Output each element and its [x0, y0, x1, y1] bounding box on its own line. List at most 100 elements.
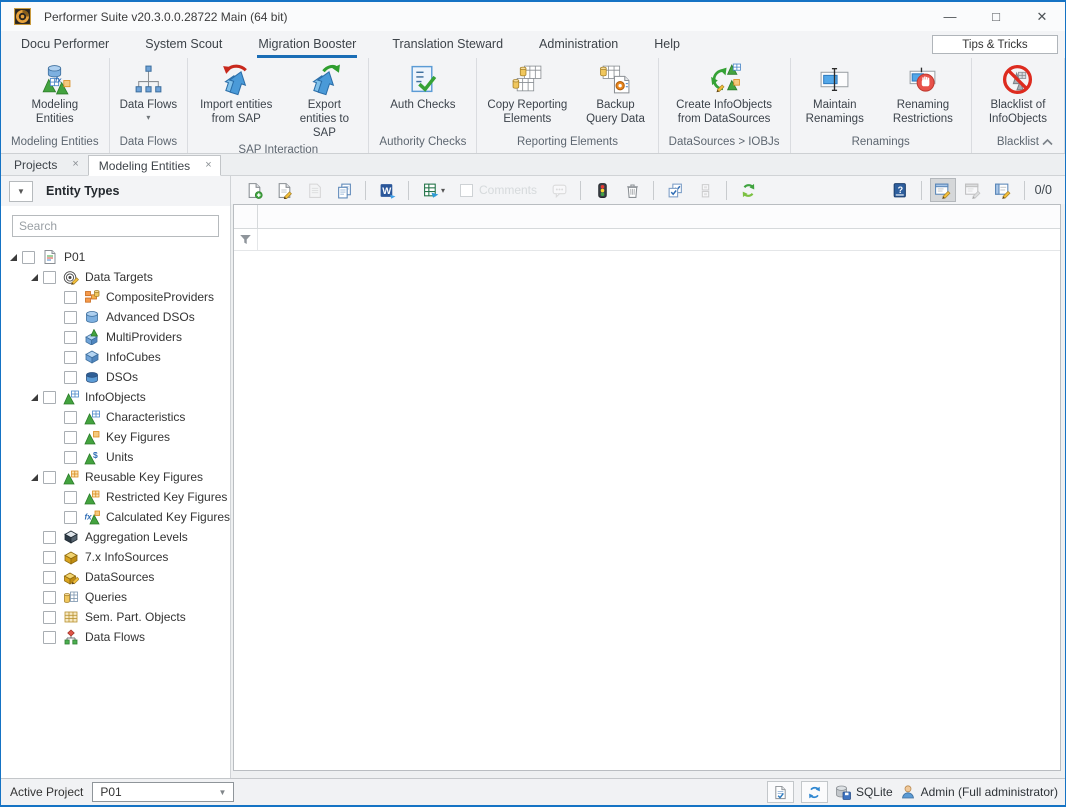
- toolbar-button-copy-document[interactable]: [331, 178, 357, 202]
- tree-item-advanced-dsos[interactable]: Advanced DSOs: [1, 307, 230, 327]
- tree-item-p01[interactable]: P01: [1, 247, 230, 267]
- tree-checkbox[interactable]: [22, 251, 35, 264]
- menu-item-administration[interactable]: Administration: [538, 33, 619, 58]
- tree-checkbox[interactable]: [64, 491, 77, 504]
- toolbar-button-new-document[interactable]: [241, 178, 267, 202]
- ribbon-button-maintain-renamings[interactable]: Maintain Renamings: [793, 59, 877, 127]
- tree-item-data-flows[interactable]: Data Flows: [1, 627, 230, 647]
- toolbar-button-check-entries[interactable]: [662, 178, 688, 202]
- ribbon-button-label: Renaming Restrictions: [883, 99, 963, 127]
- tab-close-icon[interactable]: ×: [205, 160, 211, 171]
- toolbar-button-word-export[interactable]: W: [374, 178, 400, 202]
- tree-checkbox[interactable]: [64, 331, 77, 344]
- tree-item-queries[interactable]: Queries: [1, 587, 230, 607]
- comments-toggle-checkbox[interactable]: [460, 184, 473, 197]
- toolbar-button-edit-document[interactable]: [271, 178, 297, 202]
- grid-filter-input-cell[interactable]: [258, 229, 1060, 250]
- menu-item-system-scout[interactable]: System Scout: [144, 33, 223, 58]
- tree-checkbox[interactable]: [64, 451, 77, 464]
- tree-checkbox[interactable]: [64, 431, 77, 444]
- toolbar-button-delete[interactable]: [619, 178, 645, 202]
- minimize-button[interactable]: —: [927, 2, 973, 31]
- tree-item-key-figures[interactable]: Key Figures: [1, 427, 230, 447]
- search-input[interactable]: [12, 215, 219, 237]
- tree-checkbox[interactable]: [43, 471, 56, 484]
- ribbon-button-label: Create InfoObjects from DataSources: [667, 99, 781, 127]
- tree-item-multiproviders[interactable]: MultiProviders: [1, 327, 230, 347]
- tree-checkbox[interactable]: [64, 311, 77, 324]
- ribbon-button-data-flows[interactable]: Data Flows▾: [114, 59, 184, 122]
- document-status-button[interactable]: [767, 781, 794, 803]
- tree-item-sem-part-objects[interactable]: Sem. Part. Objects: [1, 607, 230, 627]
- tree-expander[interactable]: [27, 394, 41, 401]
- tree-checkbox[interactable]: [43, 631, 56, 644]
- menu-item-help[interactable]: Help: [653, 33, 681, 58]
- ribbon-button-renaming-restrictions[interactable]: Renaming Restrictions: [877, 59, 969, 127]
- ribbon-button-auth-checks[interactable]: Auth Checks: [384, 59, 461, 113]
- tree-item-calculated-key-figures[interactable]: fxCalculated Key Figures: [1, 507, 230, 527]
- tab-close-icon[interactable]: ×: [72, 159, 78, 170]
- tree-expander[interactable]: [27, 274, 41, 281]
- tree-item-dsos[interactable]: DSOs: [1, 367, 230, 387]
- panel-dropdown-button[interactable]: ▼: [9, 181, 33, 202]
- ribbon-button-create-infoobjects-from-datasources[interactable]: Create InfoObjects from DataSources: [661, 59, 787, 127]
- grid-filter-cell[interactable]: [234, 229, 258, 250]
- tab-projects[interactable]: Projects×: [3, 154, 88, 175]
- tree-item-characteristics[interactable]: Characteristics: [1, 407, 230, 427]
- tree-item-reusable-key-figures[interactable]: Reusable Key Figures: [1, 467, 230, 487]
- tree-checkbox[interactable]: [64, 411, 77, 424]
- tree-item-data-targets[interactable]: Data Targets: [1, 267, 230, 287]
- database-status-label: SQLite: [856, 785, 893, 799]
- menu-item-docu-performer[interactable]: Docu Performer: [20, 33, 110, 58]
- tree-item-aggregation-levels[interactable]: Aggregation Levels: [1, 527, 230, 547]
- toolbar-button-edit-mode-secondary: [960, 178, 986, 202]
- tree-checkbox[interactable]: [43, 531, 56, 544]
- menu-item-translation-steward[interactable]: Translation Steward: [391, 33, 504, 58]
- tips-and-tricks-button[interactable]: Tips & Tricks: [932, 35, 1058, 54]
- toolbar-button-edit-mode[interactable]: [930, 178, 956, 202]
- tree-checkbox[interactable]: [64, 511, 77, 524]
- tree-checkbox[interactable]: [64, 291, 77, 304]
- grid-box-icon: [697, 182, 714, 199]
- tree-checkbox[interactable]: [43, 271, 56, 284]
- maximize-button[interactable]: □: [973, 2, 1019, 31]
- grid-header-cell[interactable]: [258, 205, 1060, 228]
- tree-checkbox[interactable]: [64, 371, 77, 384]
- toolbar-button-excel-export[interactable]: ▾: [417, 178, 451, 202]
- active-project-combobox[interactable]: P01 ▼: [92, 782, 234, 802]
- toolbar-comments-toggle[interactable]: Comments: [460, 183, 537, 197]
- tree-expander[interactable]: [27, 474, 41, 481]
- sync-button[interactable]: [801, 781, 828, 803]
- tree-checkbox[interactable]: [64, 351, 77, 364]
- menu-item-migration-booster[interactable]: Migration Booster: [257, 33, 357, 58]
- tree-item-infocubes[interactable]: InfoCubes: [1, 347, 230, 367]
- tree-checkbox[interactable]: [43, 571, 56, 584]
- grid-header-indicator-cell[interactable]: [234, 205, 258, 228]
- ribbon-button-copy-reporting-elements[interactable]: Copy Reporting Elements: [479, 59, 575, 127]
- toolbar-separator: [726, 181, 727, 200]
- tree-checkbox[interactable]: [43, 591, 56, 604]
- tree-expander[interactable]: [6, 254, 20, 261]
- toolbar-button-edit-mode-alt[interactable]: [990, 178, 1016, 202]
- toolbar-button-status-traffic-light[interactable]: [589, 178, 615, 202]
- ribbon-button-backup-query-data[interactable]: Backup Query Data: [575, 59, 655, 127]
- ribbon-button-modeling-entities[interactable]: fxModeling Entities: [7, 59, 103, 127]
- tree-item-infoobjects[interactable]: InfoObjects: [1, 387, 230, 407]
- ribbon-button-blacklist-of-infoobjects[interactable]: Blacklist of InfoObjects: [974, 59, 1062, 127]
- tree-checkbox[interactable]: [43, 611, 56, 624]
- close-button[interactable]: ✕: [1019, 2, 1065, 31]
- tree-item-restricted-key-figures[interactable]: Restricted Key Figures: [1, 487, 230, 507]
- ribbon-group-label: Authority Checks: [371, 132, 474, 153]
- tree-checkbox[interactable]: [43, 391, 56, 404]
- ribbon-collapse-chevron-up-icon[interactable]: [1042, 138, 1053, 146]
- toolbar-button-help[interactable]: ?: [887, 178, 913, 202]
- tree-checkbox[interactable]: [43, 551, 56, 564]
- tree-item-units[interactable]: $Units: [1, 447, 230, 467]
- tree-item-datasources[interactable]: DataSources: [1, 567, 230, 587]
- ribbon-button-export-entities-to-sap[interactable]: Export entities to SAP: [282, 59, 366, 140]
- tree-item-compositeproviders[interactable]: CompositeProviders: [1, 287, 230, 307]
- chevron-down-icon[interactable]: ▾: [441, 186, 445, 195]
- tree-item-7-x-infosources[interactable]: 7.x InfoSources: [1, 547, 230, 567]
- ribbon-button-import-entities-from-sap[interactable]: Import entities from SAP: [190, 59, 282, 127]
- toolbar-button-refresh[interactable]: [735, 178, 761, 202]
